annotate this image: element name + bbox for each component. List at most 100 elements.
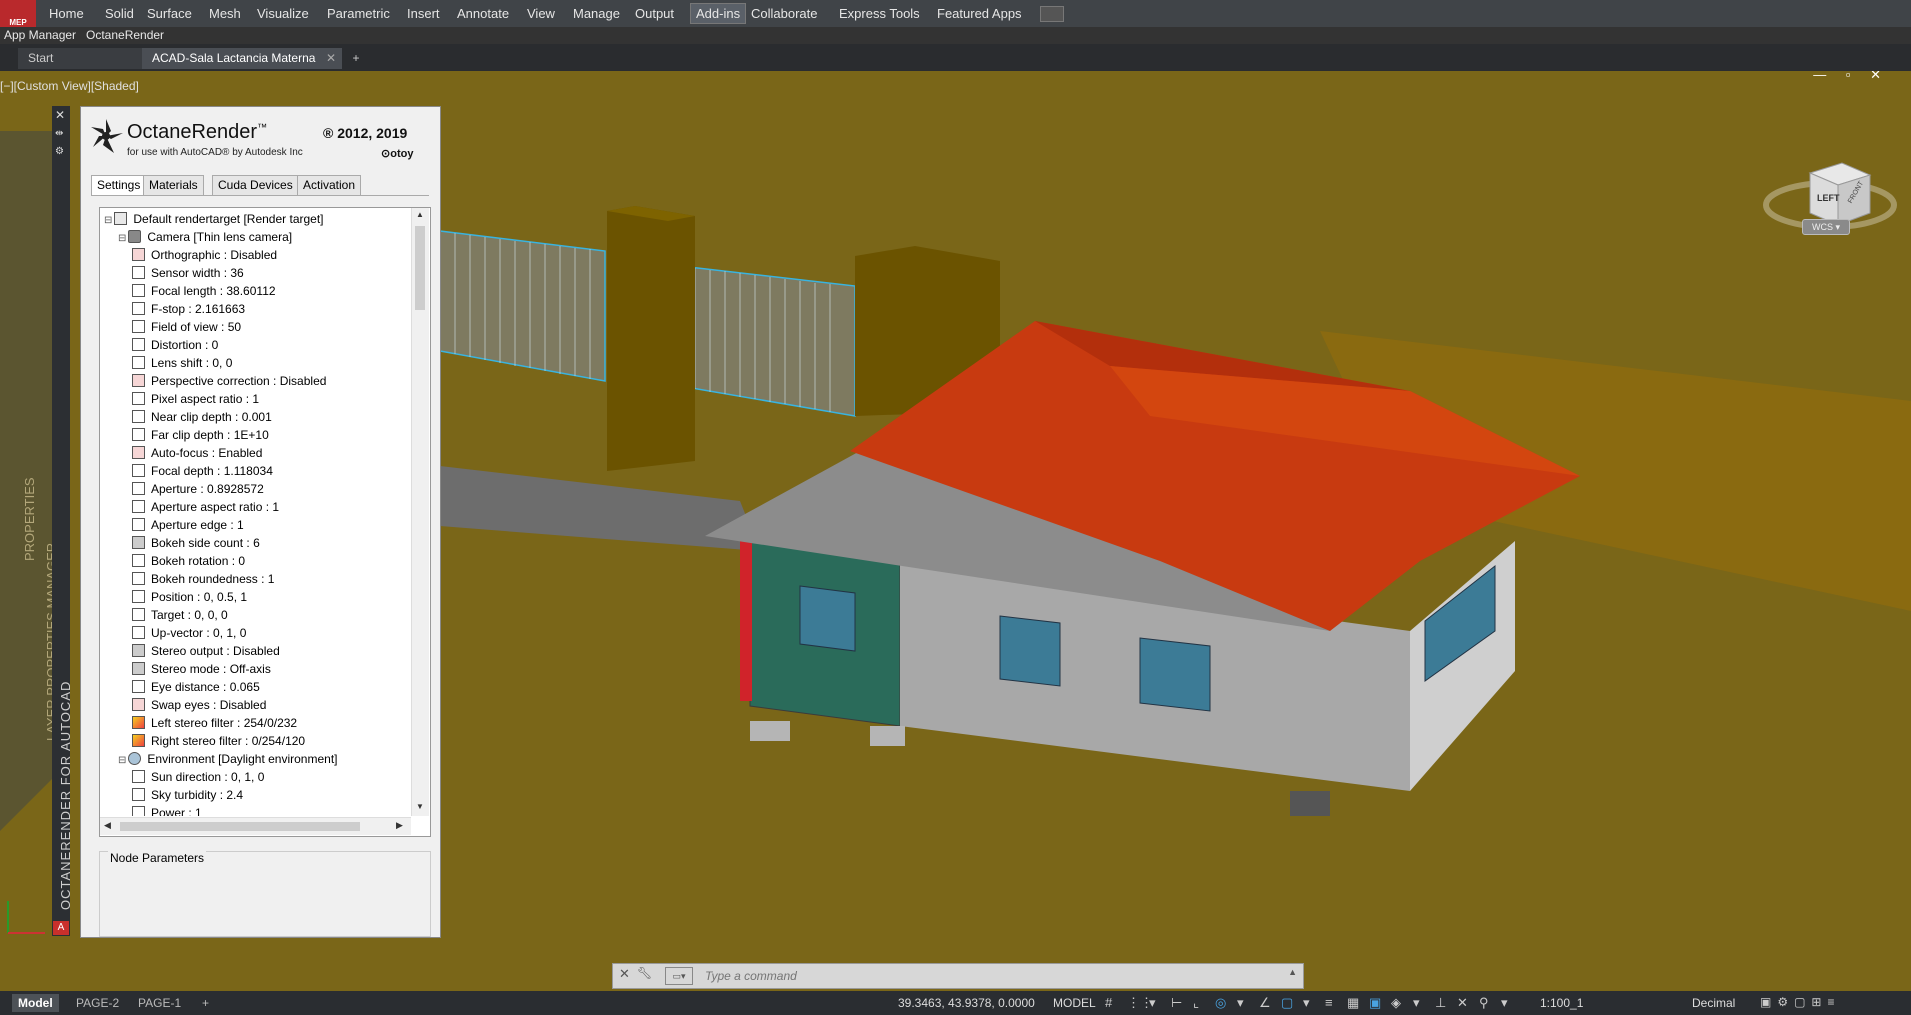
tree-parameter-row[interactable]: Eye distance : 0.065 <box>132 678 260 696</box>
collapsed-palettes[interactable]: PROPERTIES LAYER PROPERTIES MANAGER <box>22 361 59 751</box>
app-logo[interactable]: MEP <box>0 0 36 27</box>
tree-parameter-row[interactable]: Sensor width : 36 <box>132 264 244 282</box>
tree-parameter-row[interactable]: Swap eyes : Disabled <box>132 696 266 714</box>
tab-model[interactable]: Model <box>12 994 59 1012</box>
menu-app-manager[interactable]: App Manager <box>4 27 76 44</box>
tree-parameter-row[interactable]: Near clip depth : 0.001 <box>132 408 272 426</box>
tree-group-node[interactable]: ⊟ Default rendertarget [Render target] <box>104 210 324 228</box>
tree-parameter-row[interactable]: Focal depth : 1.118034 <box>132 462 273 480</box>
ribbon-tab-annotate[interactable]: Annotate <box>452 4 514 23</box>
ribbon-tab-featured-apps[interactable]: Featured Apps <box>932 4 1027 23</box>
ribbon-tab-solid[interactable]: Solid <box>100 4 139 23</box>
status-toggle-icon[interactable]: ⊥ <box>1435 995 1446 1011</box>
status-toggle-icon[interactable]: ⌞ <box>1193 995 1199 1011</box>
ribbon-tab-manage[interactable]: Manage <box>568 4 625 23</box>
tree-parameter-row[interactable]: Power : 1 <box>132 804 202 816</box>
settings-tree[interactable]: ⊟ Default rendertarget [Render target] ⊟ Ca… <box>99 207 431 837</box>
tree-parameter-row[interactable]: Bokeh roundedness : 1 <box>132 570 274 588</box>
coordinates-readout[interactable]: 39.3463, 43.9378, 0.0000 <box>898 996 1035 1010</box>
close-icon[interactable]: ✕ <box>619 966 630 982</box>
status-toggle-icon[interactable]: ▾ <box>1237 995 1244 1011</box>
ribbon-tab-mesh[interactable]: Mesh <box>204 4 246 23</box>
tree-parameter-row[interactable]: Right stereo filter : 0/254/120 <box>132 732 305 750</box>
gear-icon[interactable]: ⚙ <box>55 146 64 157</box>
status-toggle-icon[interactable]: ▾ <box>1149 995 1156 1011</box>
tree-hscroll-thumb[interactable] <box>120 822 360 831</box>
tree-group-node[interactable]: ⊟ Camera [Thin lens camera] <box>118 228 292 246</box>
tree-group-node[interactable]: ⊟ Environment [Daylight environment] <box>118 750 337 768</box>
tree-parameter-row[interactable]: Pixel aspect ratio : 1 <box>132 390 259 408</box>
properties-palette-label[interactable]: PROPERTIES <box>22 477 37 561</box>
plus-icon[interactable]: + <box>346 48 366 69</box>
viewport-window-controls[interactable]: — ▫ ✕ <box>1813 71 1889 83</box>
status-toggle-icon[interactable]: ∠ <box>1259 995 1271 1011</box>
scroll-down-icon[interactable]: ▼ <box>416 802 424 811</box>
tab-start[interactable]: Start <box>18 48 146 69</box>
plus-icon[interactable]: + <box>196 994 215 1012</box>
tree-scroll-thumb[interactable] <box>415 226 425 310</box>
scroll-left-icon[interactable]: ◀ <box>104 820 111 831</box>
workspace-switch-icon[interactable] <box>1040 6 1064 22</box>
ribbon-tab-view[interactable]: View <box>522 4 560 23</box>
tab-settings[interactable]: Settings <box>91 175 147 196</box>
tree-parameter-row[interactable]: Position : 0, 0.5, 1 <box>132 588 247 606</box>
collapse-icon[interactable]: ⊟ <box>118 233 126 244</box>
status-toggle-icon[interactable]: ▾ <box>1303 995 1310 1011</box>
tree-parameter-row[interactable]: Up-vector : 0, 1, 0 <box>132 624 246 642</box>
tree-parameter-row[interactable]: Distortion : 0 <box>132 336 218 354</box>
tree-parameter-row[interactable]: Far clip depth : 1E+10 <box>132 426 269 444</box>
ribbon-tab-parametric[interactable]: Parametric <box>322 4 395 23</box>
tree-parameter-row[interactable]: F-stop : 2.161663 <box>132 300 245 318</box>
tree-parameter-row[interactable]: Sun direction : 0, 1, 0 <box>132 768 264 786</box>
ribbon-tab-home[interactable]: Home <box>44 4 89 23</box>
close-icon[interactable]: ✕ <box>326 48 336 69</box>
wrench-icon[interactable]: 🔧︎ <box>637 966 652 980</box>
tab-cuda-devices[interactable]: Cuda Devices <box>212 175 299 196</box>
status-toggle-icon[interactable]: ◎ <box>1215 995 1226 1011</box>
tab-page-2[interactable]: PAGE-2 <box>70 994 125 1012</box>
tab-current-drawing[interactable]: ACAD-Sala Lactancia Materna ✕ <box>142 48 342 69</box>
tree-parameter-row[interactable]: Left stereo filter : 254/0/232 <box>132 714 297 732</box>
scroll-right-icon[interactable]: ▶ <box>396 820 403 831</box>
tree-parameter-row[interactable]: Bokeh side count : 6 <box>132 534 260 552</box>
tree-parameter-row[interactable]: Stereo output : Disabled <box>132 642 280 660</box>
status-toggle-icon[interactable]: ▣ <box>1369 995 1381 1011</box>
tree-parameter-row[interactable]: Stereo mode : Off-axis <box>132 660 271 678</box>
command-input[interactable] <box>703 966 1257 986</box>
tree-parameter-row[interactable]: Aperture edge : 1 <box>132 516 244 534</box>
ribbon-tab-output[interactable]: Output <box>630 4 679 23</box>
units-selector[interactable]: Decimal <box>1692 996 1735 1010</box>
tab-materials[interactable]: Materials <box>143 175 204 196</box>
tree-horizontal-scrollbar[interactable]: ◀ ▶ <box>100 817 411 835</box>
status-toggle-icon[interactable]: ▾ <box>1413 995 1420 1011</box>
tree-parameter-row[interactable]: Sky turbidity : 2.4 <box>132 786 243 804</box>
tab-activation[interactable]: Activation <box>297 175 362 196</box>
ribbon-tab-add-ins[interactable]: Add-ins <box>690 3 747 24</box>
viewport-controls-label[interactable]: [−][Custom View][Shaded] <box>0 79 139 93</box>
tree-parameter-row[interactable]: Perspective correction : Disabled <box>132 372 326 390</box>
menu-octanerender[interactable]: OctaneRender <box>86 27 164 44</box>
viewcube[interactable]: LEFT FRONT <box>1760 153 1900 253</box>
status-toggle-icon[interactable]: ⊢ <box>1171 995 1182 1011</box>
ribbon-tab-collaborate[interactable]: Collaborate <box>746 4 823 23</box>
tab-page-1[interactable]: PAGE-1 <box>132 994 187 1012</box>
tree-parameter-row[interactable]: Auto-focus : Enabled <box>132 444 262 462</box>
tree-parameter-row[interactable]: Lens shift : 0, 0 <box>132 354 232 372</box>
status-toggle-icon[interactable]: ⚲ <box>1479 995 1489 1011</box>
tree-parameter-row[interactable]: Focal length : 38.60112 <box>132 282 276 300</box>
status-toggle-icon[interactable]: ◈ <box>1391 995 1401 1011</box>
tree-parameter-row[interactable]: Aperture aspect ratio : 1 <box>132 498 279 516</box>
autohide-icon[interactable]: ⇹ <box>55 128 63 139</box>
status-toggle-icon[interactable]: ▢ <box>1281 995 1293 1011</box>
tree-parameter-row[interactable]: Target : 0, 0, 0 <box>132 606 228 624</box>
status-toggle-icon[interactable]: ✕ <box>1457 995 1468 1011</box>
tree-parameter-row[interactable]: Orthographic : Disabled <box>132 246 277 264</box>
close-icon[interactable]: ✕ <box>55 108 65 122</box>
status-toggle-icon[interactable]: ▾ <box>1501 995 1508 1011</box>
tree-parameter-row[interactable]: Field of view : 50 <box>132 318 241 336</box>
collapse-icon[interactable]: ⊟ <box>118 755 126 766</box>
space-toggle[interactable]: MODEL <box>1053 996 1096 1010</box>
annotation-scale[interactable]: 1:100_1 <box>1540 996 1583 1010</box>
collapse-icon[interactable]: ⊟ <box>104 215 112 226</box>
status-right-icons[interactable]: ▣⚙▢⊞≡ <box>1760 995 1900 1011</box>
